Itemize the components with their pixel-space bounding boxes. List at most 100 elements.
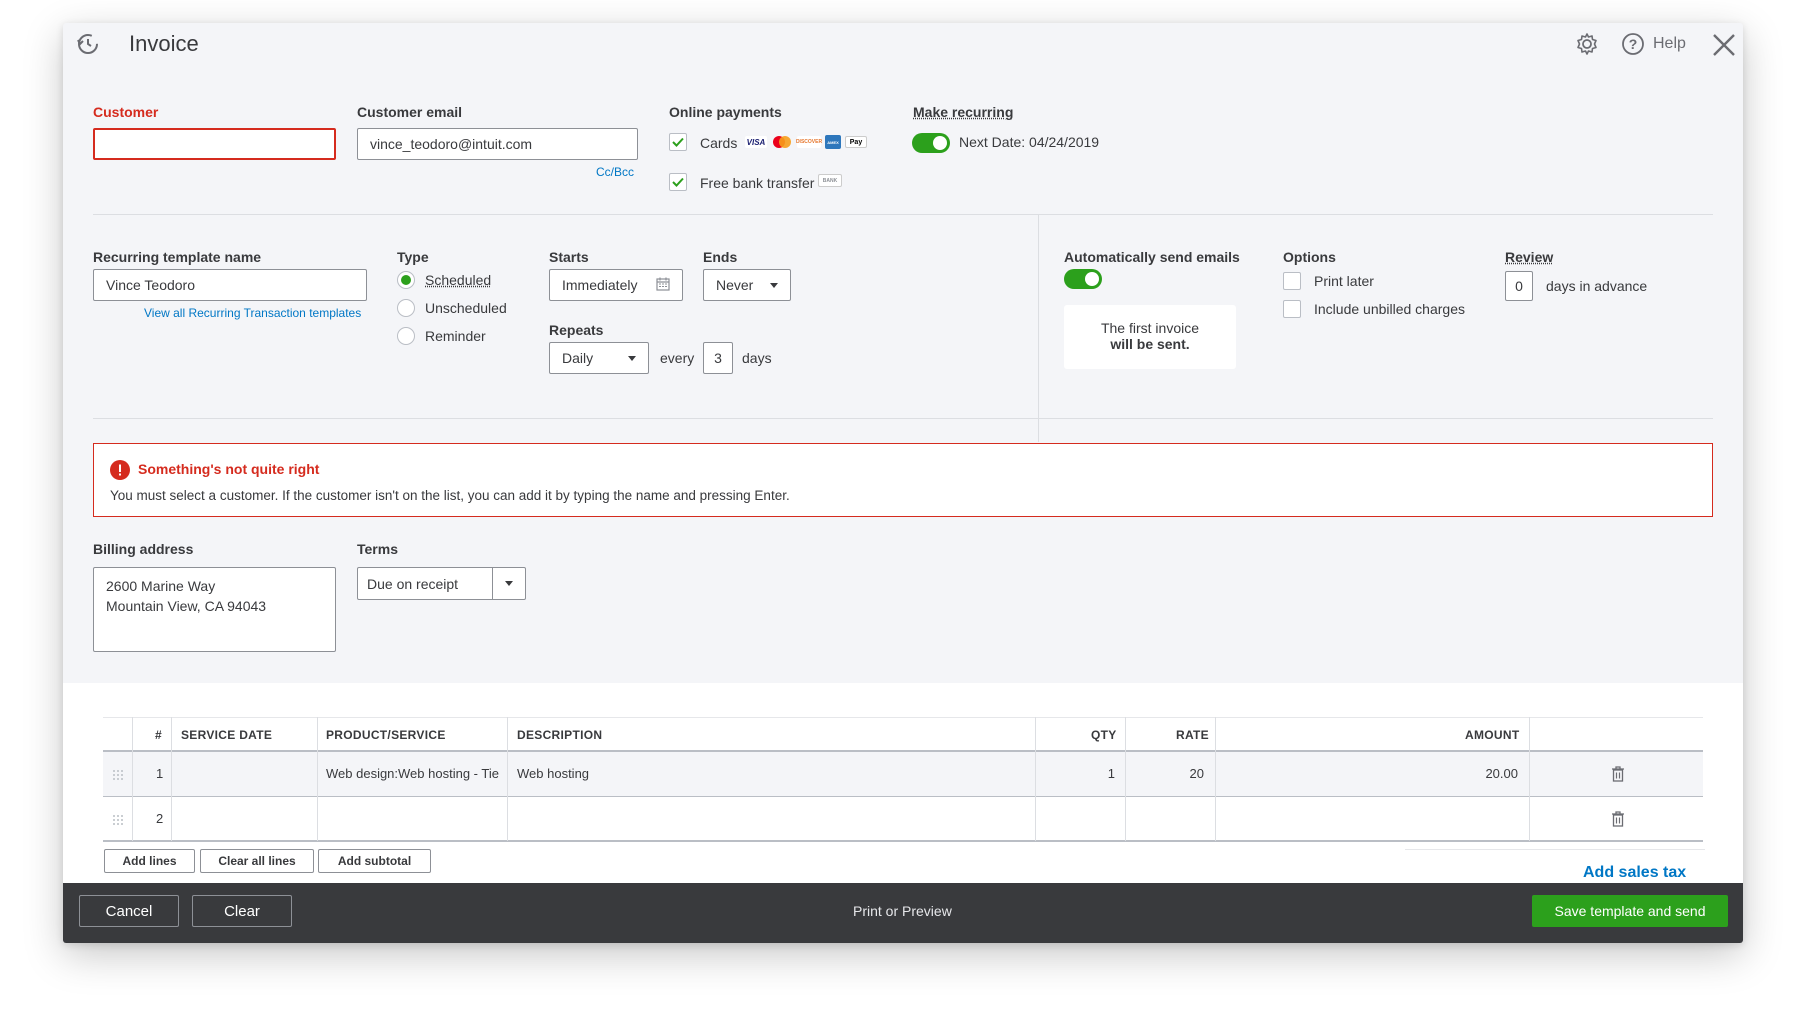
type-reminder-radio[interactable]: [397, 327, 415, 345]
starts-date-input[interactable]: Immediately: [549, 269, 683, 301]
visa-logo: VISA: [745, 136, 767, 148]
row1-bottom: [103, 796, 1703, 797]
divider-top: [93, 214, 1713, 215]
cancel-button[interactable]: Cancel: [79, 895, 179, 927]
row1-amount[interactable]: 20.00: [1363, 766, 1518, 781]
view-all-templates-link[interactable]: View all Recurring Transaction templates: [144, 306, 361, 320]
col-sep: [1529, 717, 1530, 841]
type-reminder-label[interactable]: Reminder: [425, 328, 486, 344]
add-subtotal-button[interactable]: Add subtotal: [318, 849, 431, 873]
col-header-product: PRODUCT/SERVICE: [326, 728, 446, 742]
ccbcc-link[interactable]: Cc/Bcc: [596, 165, 634, 179]
bank-transfer-checkbox[interactable]: [669, 173, 687, 191]
print-later-checkbox[interactable]: [1283, 272, 1301, 290]
col-sep: [1215, 717, 1216, 841]
options-label: Options: [1283, 249, 1336, 265]
review-suffix: days in advance: [1546, 278, 1648, 294]
type-scheduled-radio[interactable]: [397, 271, 415, 289]
type-scheduled-label[interactable]: Scheduled: [425, 272, 491, 288]
billing-line2: Mountain View, CA 94043: [106, 598, 267, 614]
close-icon[interactable]: [1711, 32, 1737, 58]
help-link[interactable]: Help: [1653, 35, 1686, 53]
make-recurring-label[interactable]: Make recurring: [913, 104, 1013, 120]
include-unbilled-label: Include unbilled charges: [1314, 301, 1465, 317]
customer-label: Customer: [93, 104, 159, 120]
billing-address-textarea[interactable]: 2600 Marine Way Mountain View, CA 94043: [93, 567, 336, 652]
col-header-description: DESCRIPTION: [517, 728, 603, 742]
print-preview-link[interactable]: Print or Preview: [853, 903, 952, 919]
ends-select[interactable]: Never: [703, 269, 791, 301]
repeats-select[interactable]: Daily: [549, 342, 649, 374]
table-header-top: [103, 717, 1703, 718]
add-lines-button[interactable]: Add lines: [104, 849, 195, 873]
col-header-service-date: SERVICE DATE: [181, 728, 273, 742]
section-divider: [1038, 215, 1039, 442]
review-days-input[interactable]: 0: [1505, 271, 1533, 301]
add-sales-tax-link[interactable]: Add sales tax: [1583, 864, 1686, 882]
type-unscheduled-radio[interactable]: [397, 299, 415, 317]
col-header-amount: AMOUNT: [1465, 728, 1520, 742]
help-icon[interactable]: ?: [1621, 32, 1645, 56]
template-name-label: Recurring template name: [93, 249, 262, 265]
customer-email-input[interactable]: vince_teodoro@intuit.com: [357, 128, 638, 160]
chevron-down-icon: [770, 282, 778, 288]
clear-all-lines-button[interactable]: Clear all lines: [200, 849, 314, 873]
next-date-text: Next Date: 04/24/2019: [959, 134, 1100, 150]
row1-rate[interactable]: 20: [1143, 766, 1204, 781]
template-name-input[interactable]: Vince Teodoro: [93, 269, 367, 301]
auto-send-label: Automatically send emails: [1064, 249, 1240, 265]
online-payments-label: Online payments: [669, 104, 782, 120]
gear-icon[interactable]: [1575, 32, 1599, 56]
customer-input[interactable]: [93, 128, 336, 160]
col-sep: [1125, 717, 1126, 841]
row1-num: 1: [156, 766, 164, 781]
row1-qty[interactable]: 1: [1063, 766, 1115, 781]
make-recurring-toggle[interactable]: [912, 133, 950, 153]
terms-label: Terms: [357, 541, 398, 557]
row1-product[interactable]: Web design:Web hosting - Tie: [326, 766, 512, 781]
col-sep: [1035, 717, 1036, 841]
col-sep: [171, 717, 172, 841]
drag-handle-icon[interactable]: [112, 768, 124, 780]
drag-handle-icon[interactable]: [112, 813, 124, 825]
type-label: Type: [397, 249, 429, 265]
invoice-window: Invoice ? Help Customer Customer email v…: [63, 23, 1743, 943]
starts-label: Starts: [549, 249, 589, 265]
calendar-icon[interactable]: [656, 277, 670, 294]
footer-bar: Cancel Clear Print or Preview Save templ…: [63, 883, 1743, 943]
divider-middle: [93, 418, 1713, 419]
type-unscheduled-label[interactable]: Unscheduled: [425, 300, 507, 316]
days-label: days: [742, 350, 772, 366]
save-template-send-button[interactable]: Save template and send: [1532, 895, 1728, 927]
review-label[interactable]: Review: [1505, 249, 1553, 265]
customer-email-label: Customer email: [357, 104, 463, 120]
error-message: You must select a customer. If the custo…: [110, 488, 790, 503]
col-sep: [317, 717, 318, 841]
include-unbilled-checkbox[interactable]: [1283, 300, 1301, 318]
billing-line1: 2600 Marine Way: [106, 578, 216, 594]
auto-send-toggle[interactable]: [1064, 269, 1102, 289]
row1-description[interactable]: Web hosting: [517, 766, 589, 781]
apple-pay-logo: Pay: [845, 136, 867, 148]
table-bottom: [103, 840, 1703, 842]
terms-dropdown-button[interactable]: [492, 568, 525, 599]
terms-select[interactable]: Due on receipt: [357, 567, 526, 600]
repeats-label: Repeats: [549, 322, 604, 338]
amex-logo: AMEX: [825, 135, 841, 149]
auto-send-info-box: The first invoice will be sent.: [1064, 305, 1236, 369]
trash-icon[interactable]: [1611, 766, 1625, 782]
recent-transactions-icon[interactable]: [75, 31, 101, 57]
trash-icon[interactable]: [1611, 811, 1625, 827]
cards-checkbox[interactable]: [669, 133, 687, 151]
clear-button[interactable]: Clear: [192, 895, 292, 927]
error-title: Something's not quite right: [138, 461, 320, 477]
line-items-section: # SERVICE DATE PRODUCT/SERVICE DESCRIPTI…: [63, 683, 1743, 883]
svg-text:?: ?: [1629, 36, 1638, 52]
col-header-rate: RATE: [1176, 728, 1209, 742]
info-line2: will be sent.: [1110, 336, 1190, 352]
mastercard-icon: [771, 135, 793, 149]
discover-logo: DISCOVER: [796, 136, 822, 148]
col-header-qty: QTY: [1091, 728, 1117, 742]
col-header-num: #: [155, 728, 162, 742]
every-interval-input[interactable]: 3: [703, 342, 733, 374]
